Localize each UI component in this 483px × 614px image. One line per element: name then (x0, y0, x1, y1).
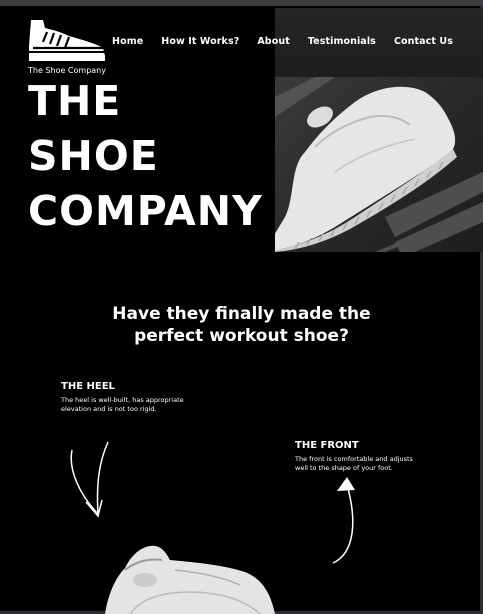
nav-about[interactable]: About (257, 36, 289, 47)
main-nav: Home How It Works? About Testimonials Co… (112, 36, 453, 47)
heel-title: THE HEEL (61, 381, 115, 392)
front-description: The front is comfortable and adjusts wel… (295, 455, 413, 473)
bottom-shoe-image (100, 540, 280, 614)
section-heading-line: Have they finally made the (112, 304, 371, 324)
front-title: THE FRONT (295, 440, 359, 451)
nav-testimonials[interactable]: Testimonials (308, 36, 376, 47)
hero-shoe-image (275, 77, 483, 252)
hand-drawn-arrow-down-icon (70, 441, 109, 518)
hero-title-line: SHOE (28, 132, 159, 180)
hand-drawn-arrow-up-icon (332, 477, 355, 564)
section-heading-line: perfect workout shoe? (134, 326, 349, 346)
front-description-line: The front is comfortable and adjusts (295, 455, 413, 463)
sneaker-icon[interactable] (27, 18, 107, 62)
heel-description: The heel is well-built, has appropriate … (61, 396, 184, 414)
hero-title: THE SHOE COMPANY (28, 74, 263, 239)
heel-description-line: The heel is well-built, has appropriate (61, 396, 184, 404)
browser-top-bar (0, 0, 483, 6)
section-heading: Have they finally made the perfect worko… (0, 303, 483, 347)
nav-contact-us[interactable]: Contact Us (394, 36, 453, 47)
front-description-line: well to the shape of your foot. (295, 464, 393, 472)
hero-title-line: COMPANY (28, 187, 263, 235)
hero-title-line: THE (28, 77, 122, 125)
nav-how-it-works[interactable]: How It Works? (161, 36, 239, 47)
nav-home[interactable]: Home (112, 36, 143, 47)
heel-description-line: elevation and is not too rigid. (61, 405, 157, 413)
